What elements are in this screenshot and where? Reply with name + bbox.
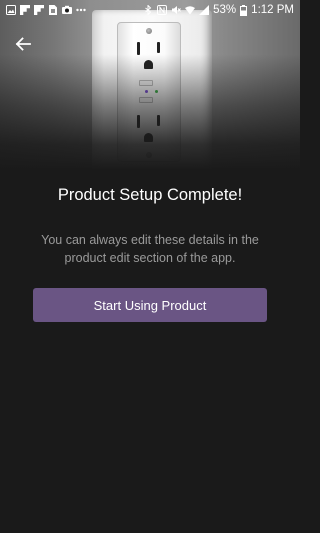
image-icon [6,5,16,15]
mute-icon [172,6,182,14]
info-message: You can always edit these details in the… [41,233,259,265]
start-using-product-button[interactable]: Start Using Product [33,288,267,322]
camera-icon [62,5,72,14]
flipboard-icon [20,5,30,15]
file-icon [49,5,57,15]
hero-fade-overlay [0,0,300,170]
nfc-icon [157,5,168,15]
back-button[interactable] [10,33,36,55]
page-title: Product Setup Complete! [57,186,243,204]
signal-icon [199,5,210,15]
flipboard-icon [34,5,44,15]
dots-icon [76,8,86,12]
battery-percentage: 53% [213,4,237,16]
status-bar-right: 53% 1:12 PM [143,4,294,16]
status-bar: 53% 1:12 PM [0,0,300,20]
battery-icon [240,4,248,16]
hero-image [0,0,300,170]
bluetooth-icon [145,5,152,15]
wifi-icon [185,6,196,15]
clock: 1:12 PM [251,4,294,16]
arrow-left-icon [15,37,31,51]
status-bar-left [6,5,86,15]
